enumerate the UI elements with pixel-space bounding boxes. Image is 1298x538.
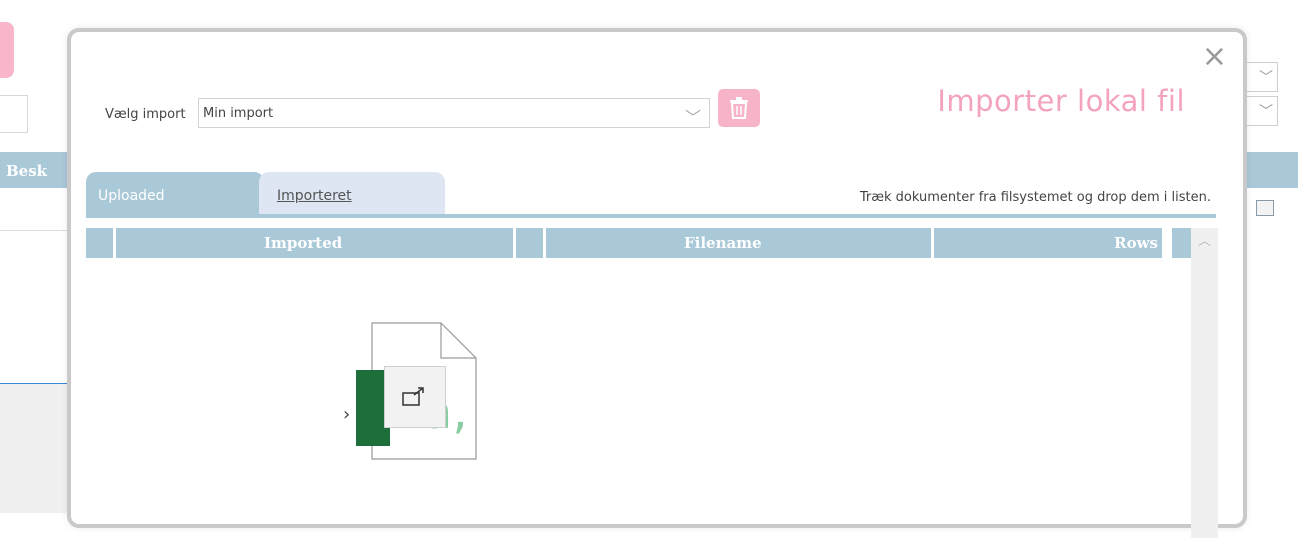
column-header-end (1172, 228, 1191, 258)
chevron-down-icon: ﹀ (1259, 104, 1273, 120)
import-select-label: Vælg import (105, 107, 186, 122)
column-header-label: Filename (684, 234, 762, 252)
dragged-file[interactable]: a, › (343, 322, 480, 462)
delete-import-button[interactable] (718, 89, 760, 127)
tab-importeret[interactable]: Importeret (259, 172, 445, 215)
column-header-select[interactable] (86, 228, 113, 258)
tab-underline (86, 214, 1216, 218)
background-header-label: Besk (6, 162, 48, 180)
import-select[interactable]: Min import ﹀ (198, 98, 710, 128)
folder-icon[interactable] (1256, 200, 1274, 216)
dialog-title: Importer lokal fil (937, 84, 1185, 118)
cursor-icon: › (343, 404, 351, 425)
tab-label: Importeret (277, 188, 352, 204)
scroll-up-icon[interactable]: ︿ (1198, 230, 1211, 249)
tab-uploaded[interactable]: Uploaded (86, 172, 264, 215)
column-header-rows[interactable]: Rows (934, 228, 1162, 258)
grid-scrollbar[interactable]: ︿ (1191, 228, 1218, 538)
chevron-down-icon: ﹀ (684, 108, 701, 127)
column-header-imported[interactable]: Imported (116, 228, 513, 258)
grid-header: Imported Filename Rows (86, 228, 1191, 258)
close-icon[interactable]: × (1202, 42, 1227, 72)
tab-label: Uploaded (98, 188, 165, 204)
drop-hint: Træk dokumenter fra filsystemet og drop … (859, 190, 1211, 205)
column-header-label: Rows (1114, 234, 1158, 252)
background-pink-button (0, 22, 14, 78)
external-link-icon (384, 366, 446, 428)
column-header-filename[interactable]: Filename (546, 228, 931, 258)
import-dialog: × Importer lokal fil Vælg import Min imp… (67, 28, 1247, 538)
background-input (0, 95, 28, 133)
trash-icon (730, 97, 748, 119)
column-header-spacer (516, 228, 543, 258)
import-select-value: Min import (203, 106, 274, 121)
column-header-label: Imported (264, 234, 343, 252)
background-header-bar-right (1240, 152, 1298, 188)
chevron-down-icon: ﹀ (1259, 70, 1273, 86)
column-divider (1166, 228, 1169, 258)
background-divider (0, 230, 70, 231)
